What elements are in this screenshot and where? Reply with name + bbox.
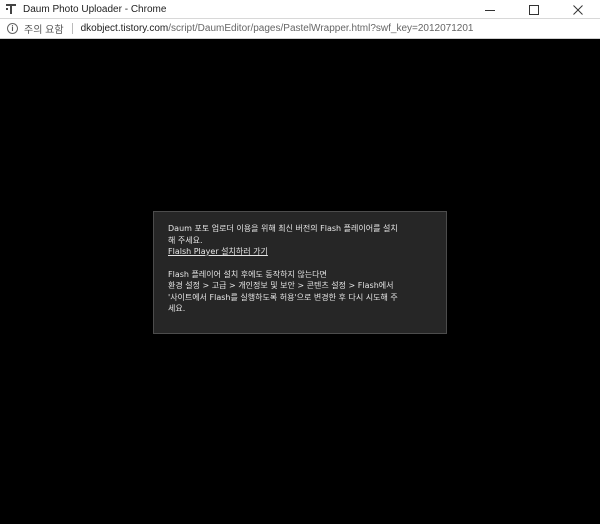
close-icon (573, 4, 583, 15)
maximize-icon (529, 4, 539, 15)
window-title: Daum Photo Uploader - Chrome (23, 3, 167, 15)
info-icon[interactable]: i (7, 23, 18, 34)
window-controls (468, 0, 600, 19)
url-path[interactable]: /script/DaumEditor/pages/PastelWrapper.h… (168, 23, 473, 34)
notice-line-6: 세요. (168, 304, 186, 313)
notice-line-1: Daum 포토 업로더 이용을 위해 최신 버전의 Flash 플레이어를 설치 (168, 224, 398, 233)
minimize-icon (485, 9, 495, 11)
window-titlebar: Daum Photo Uploader - Chrome (0, 0, 600, 19)
minimize-button[interactable] (468, 0, 512, 19)
maximize-button[interactable] (512, 0, 556, 19)
notice-line-2: 해 주세요. (168, 235, 203, 245)
security-label[interactable]: 주의 요함 (24, 21, 64, 36)
notice-line-3: Flash 플레이어 설치 후에도 동작하지 않는다면 (168, 269, 327, 279)
address-divider (71, 23, 73, 34)
app-icon (4, 2, 18, 16)
flash-notice-box: Daum 포토 업로더 이용을 위해 최신 버전의 Flash 플레이어를 설치… (153, 211, 447, 334)
url-host[interactable]: dkobject.tistory.com (81, 23, 169, 34)
close-button[interactable] (556, 0, 600, 19)
notice-line-4: 환경 설정 > 고급 > 개인정보 및 보안 > 콘텐츠 설정 > Flash에… (168, 281, 394, 290)
notice-line-5: '사이트에서 Flash를 실행하도록 허용'으로 변경한 후 다시 시도해 주 (168, 292, 398, 302)
page-content: Daum 포토 업로더 이용을 위해 최신 버전의 Flash 플레이어를 설치… (0, 40, 600, 524)
install-flash-link[interactable]: Flalsh Player 설치하러 가기 (168, 246, 268, 258)
address-bar[interactable]: i 주의 요함 dkobject.tistory.com/script/Daum… (0, 19, 600, 39)
